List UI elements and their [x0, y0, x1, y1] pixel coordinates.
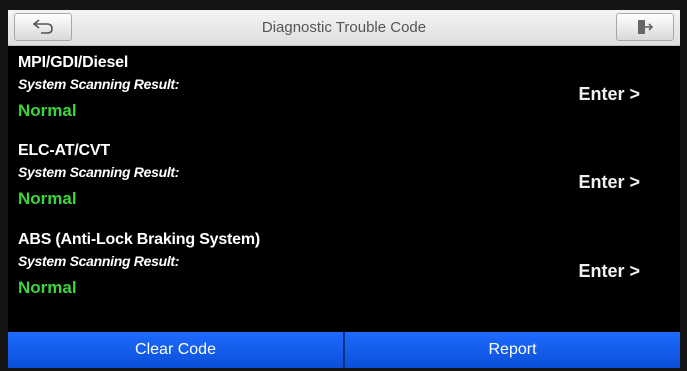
screen: Diagnostic Trouble Code MPI/GDI/Diesel S… — [8, 10, 680, 368]
system-name: MPI/GDI/Diesel — [18, 54, 129, 71]
report-button[interactable]: Report — [343, 332, 680, 368]
back-button[interactable] — [14, 13, 72, 41]
system-name: ELC-AT/CVT — [18, 142, 110, 159]
enter-button[interactable]: Enter > — [578, 261, 640, 282]
back-arrow-icon — [32, 19, 53, 34]
bottom-toolbar: Clear Code Report — [8, 332, 680, 368]
scan-result-label: System Scanning Result: — [18, 253, 180, 269]
system-item-elc-at-cvt[interactable]: ELC-AT/CVT System Scanning Result: Norma… — [8, 134, 680, 222]
enter-button[interactable]: Enter > — [578, 172, 640, 193]
exit-button[interactable] — [616, 13, 674, 41]
scan-status: Normal — [18, 189, 77, 208]
scan-result-label: System Scanning Result: — [18, 164, 180, 180]
system-item-mpi-gdi-diesel[interactable]: MPI/GDI/Diesel System Scanning Result: N… — [8, 46, 680, 134]
enter-button[interactable]: Enter > — [578, 84, 640, 105]
device-frame: Diagnostic Trouble Code MPI/GDI/Diesel S… — [0, 0, 687, 371]
clear-code-button[interactable]: Clear Code — [8, 332, 343, 368]
page-title: Diagnostic Trouble Code — [261, 19, 427, 36]
scan-result-label: System Scanning Result: — [18, 76, 180, 92]
scan-status: Normal — [18, 278, 77, 297]
exit-door-icon — [638, 20, 654, 34]
scan-status: Normal — [18, 101, 77, 120]
system-item-abs[interactable]: ABS (Anti-Lock Braking System) System Sc… — [8, 223, 680, 311]
system-name: ABS (Anti-Lock Braking System) — [18, 231, 261, 248]
title-bar: Diagnostic Trouble Code — [8, 10, 680, 46]
